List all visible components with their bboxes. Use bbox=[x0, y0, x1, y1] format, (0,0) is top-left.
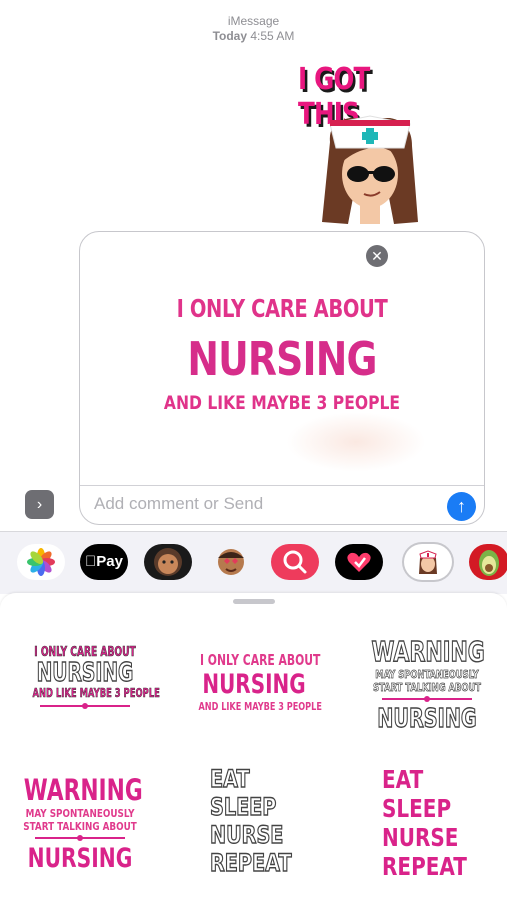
arrow-up-icon: ↑ bbox=[457, 496, 466, 516]
sent-nurse-sticker[interactable]: I GOT THIS bbox=[290, 62, 450, 227]
sticker-drawer: I ONLY CARE ABOUT NURSING AND LIKE MAYBE… bbox=[0, 593, 507, 900]
image-search-app-button[interactable] bbox=[271, 544, 319, 580]
app-strip: Pay bbox=[0, 531, 507, 594]
nurse-sticker-app-button[interactable] bbox=[404, 544, 452, 580]
preview-line-3: AND LIKE MAYBE 3 PEOPLE bbox=[163, 392, 401, 414]
comment-row: ↑ bbox=[80, 485, 484, 524]
photos-icon bbox=[27, 548, 55, 576]
photos-app-button[interactable] bbox=[17, 544, 65, 580]
stethoscope-divider-icon bbox=[382, 696, 472, 702]
preview-blur-shadow bbox=[286, 412, 426, 472]
remove-attachment-button[interactable]: ✕ bbox=[366, 245, 388, 267]
drawer-grabber[interactable] bbox=[233, 599, 275, 604]
preview-line-2: NURSING bbox=[187, 332, 377, 386]
animoji-app-button[interactable] bbox=[207, 544, 255, 580]
service-label: iMessage bbox=[227, 14, 280, 28]
sticker-item[interactable]: WARNING MAY SPONTANEOUSLY START TALKING … bbox=[352, 634, 502, 735]
chevron-right-icon: › bbox=[36, 496, 43, 513]
avocado-sticker-app-button[interactable] bbox=[469, 544, 507, 580]
close-icon: ✕ bbox=[371, 248, 383, 264]
sticker-item[interactable]: EAT SLEEP NURSE REPEAT bbox=[370, 765, 490, 883]
sticker-item[interactable]: WARNING MAY SPONTANEOUSLY START TALKING … bbox=[5, 773, 155, 874]
preview-line-1: I ONLY CARE ABOUT bbox=[176, 294, 388, 323]
compose-card: I ONLY CARE ABOUT NURSING AND LIKE MAYBE… bbox=[79, 231, 485, 525]
digital-touch-icon bbox=[347, 552, 371, 572]
stethoscope-divider-icon bbox=[35, 835, 125, 841]
memoji-icon bbox=[154, 548, 182, 576]
sticker-item[interactable]: I ONLY CARE ABOUT NURSING AND LIKE MAYBE… bbox=[10, 645, 160, 735]
animoji-icon bbox=[218, 549, 244, 575]
memoji-app-button[interactable] bbox=[144, 544, 192, 580]
nurse-avatar-icon bbox=[322, 115, 418, 224]
comment-input[interactable] bbox=[94, 494, 434, 514]
send-button[interactable]: ↑ bbox=[447, 492, 476, 521]
conversation-header: iMessage Today 4:55 AM bbox=[0, 14, 507, 44]
digital-touch-app-button[interactable] bbox=[335, 544, 383, 580]
apple-pay-app-button[interactable]: Pay bbox=[80, 544, 128, 580]
apple-pay-icon: Pay bbox=[85, 553, 123, 570]
sticker-item[interactable]: I ONLY CARE ABOUT NURSING AND LIKE MAYBE… bbox=[179, 651, 329, 731]
sticker-item[interactable]: EAT SLEEP NURSE REPEAT bbox=[190, 764, 320, 883]
avocado-sticker-icon bbox=[479, 550, 499, 576]
timestamp: Today 4:55 AM bbox=[212, 29, 295, 43]
expand-apps-button[interactable]: › bbox=[25, 490, 54, 519]
image-search-icon bbox=[283, 550, 307, 574]
stethoscope-divider-icon bbox=[40, 703, 130, 709]
sticker-preview: I ONLY CARE ABOUT NURSING AND LIKE MAYBE… bbox=[80, 232, 484, 485]
nurse-sticker-icon bbox=[419, 550, 437, 574]
